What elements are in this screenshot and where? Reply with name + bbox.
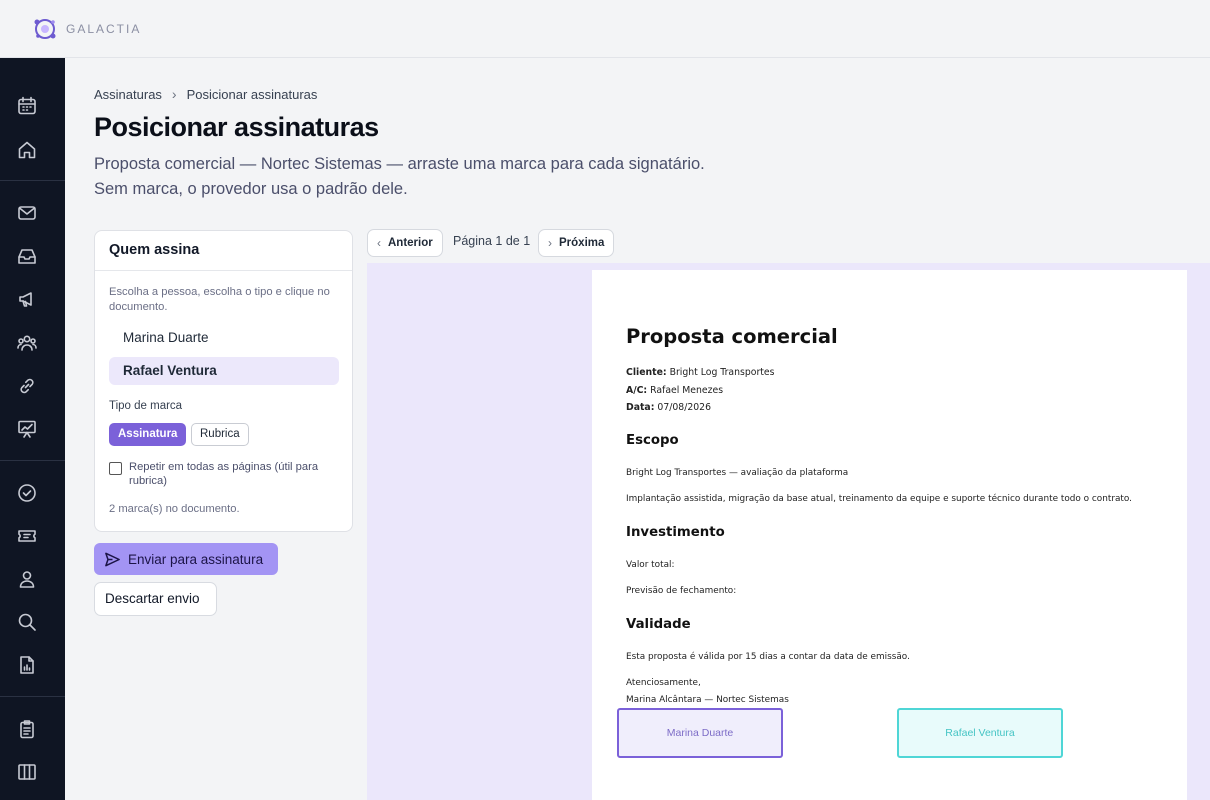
signer-item[interactable]: Marina Duarte: [109, 324, 339, 352]
repeat-label[interactable]: Repetir em todas as páginas (útil para r…: [129, 460, 344, 488]
mail-icon[interactable]: [17, 203, 37, 223]
doc-forecast-label: Previsão de fechamento:: [626, 586, 737, 596]
page-subtitle: Proposta comercial — Nortec Sistemas — a…: [94, 155, 705, 198]
columns-icon[interactable]: [17, 762, 37, 782]
doc-date: Data: 07/08/2026: [626, 402, 711, 413]
signature-mark-rafael[interactable]: Rafael Ventura: [897, 708, 1063, 758]
breadcrumb: Assinaturas › Posicionar assinaturas: [94, 86, 317, 102]
send-button[interactable]: Enviar para assinatura: [94, 543, 278, 575]
chevron-right-icon: ›: [548, 236, 552, 250]
users-icon[interactable]: [17, 333, 37, 353]
doc-scope-title: Escopo: [626, 433, 679, 448]
doc-title: Proposta comercial: [626, 325, 838, 348]
inbox-icon[interactable]: [17, 246, 37, 266]
ticket-icon[interactable]: [17, 526, 37, 546]
mark-type-label: Tipo de marca: [109, 400, 183, 412]
signer-item-selected[interactable]: Rafael Ventura: [109, 357, 339, 385]
chevron-right-icon: ›: [171, 86, 177, 102]
search-icon[interactable]: [17, 612, 37, 632]
sidebar-divider: [0, 180, 65, 181]
doc-sender: Marina Alcântara — Nortec Sistemas: [626, 695, 789, 705]
breadcrumb-root[interactable]: Assinaturas: [94, 87, 162, 102]
doc-client: Cliente: Bright Log Transportes: [626, 367, 775, 378]
send-icon: [105, 552, 120, 566]
brand-name: GALACTIA: [66, 22, 142, 36]
discard-button[interactable]: Descartar envio: [94, 582, 217, 616]
signature-mark-marina[interactable]: Marina Duarte: [617, 708, 783, 758]
next-label: Próxima: [559, 237, 605, 249]
repeat-checkbox[interactable]: [109, 462, 122, 475]
doc-ac-value: Rafael Menezes: [650, 385, 724, 396]
marks-count: 2 marca(s) no documento.: [109, 503, 240, 515]
page-indicator: Página 1 de 1: [453, 234, 531, 248]
doc-scope-line: Bright Log Transportes — avaliação da pl…: [626, 468, 849, 478]
galactia-logo[interactable]: [32, 15, 60, 43]
doc-invest-title: Investimento: [626, 525, 725, 540]
panel-hint: Escolha a pessoa, escolha o tipo e cliqu…: [109, 286, 330, 313]
link-icon[interactable]: [17, 376, 37, 396]
check-circle-icon[interactable]: [17, 483, 37, 503]
sidebar: [0, 58, 65, 800]
breadcrumb-current: Posicionar assinaturas: [186, 86, 318, 102]
sidebar-divider: [0, 696, 65, 697]
doc-client-value: Bright Log Transportes: [669, 367, 775, 378]
user-icon[interactable]: [17, 569, 37, 589]
prev-label: Anterior: [388, 237, 433, 249]
doc-scope-line: Implantação assistida, migração da base …: [626, 494, 1132, 504]
home-icon[interactable]: [17, 140, 37, 160]
chevron-left-icon: ‹: [377, 236, 381, 250]
panel-title: Quem assina: [95, 231, 352, 271]
chart-icon[interactable]: [17, 419, 37, 439]
calendar-icon[interactable]: [17, 96, 37, 116]
doc-client-label: Cliente:: [626, 367, 667, 378]
doc-date-label: Data:: [626, 402, 655, 413]
top-bar: GALACTIA: [0, 0, 1210, 58]
next-page-button[interactable]: › Próxima: [538, 229, 615, 257]
report-icon[interactable]: [17, 655, 37, 675]
megaphone-icon[interactable]: [17, 289, 37, 309]
page-title: Posicionar assinaturas: [94, 112, 379, 142]
doc-ac-label: A/C:: [626, 385, 648, 396]
sidebar-divider: [0, 460, 65, 461]
doc-date-value: 07/08/2026: [657, 402, 711, 413]
mark-type-assinatura[interactable]: Assinatura: [109, 423, 187, 446]
clipboard-icon[interactable]: [17, 719, 37, 739]
doc-ac: A/C: Rafael Menezes: [626, 385, 723, 396]
prev-page-button[interactable]: ‹ Anterior: [367, 229, 443, 257]
doc-validity-text: Esta proposta é válida por 15 dias a con…: [626, 652, 910, 662]
doc-total-label: Valor total:: [626, 560, 675, 570]
send-button-label: Enviar para assinatura: [128, 551, 264, 567]
doc-closing: Atenciosamente,: [626, 678, 701, 688]
doc-validity-title: Validade: [626, 617, 691, 632]
mark-type-rubrica[interactable]: Rubrica: [191, 423, 249, 446]
signers-panel: Quem assina Escolha a pessoa, escolha o …: [94, 230, 353, 532]
